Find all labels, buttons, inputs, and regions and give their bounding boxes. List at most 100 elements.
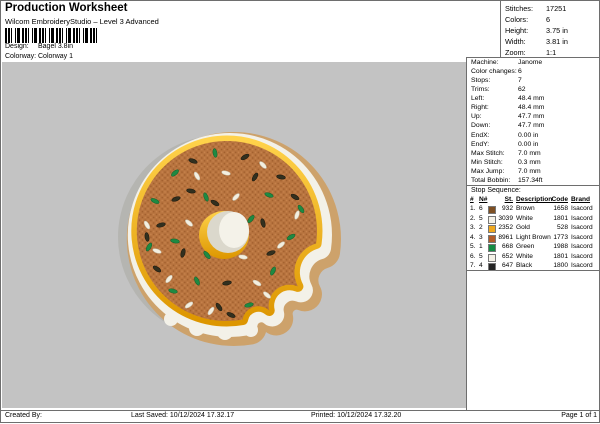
stop-sequence-cell: 5	[479, 214, 483, 222]
stat-row-label: Stitches:	[505, 4, 533, 13]
stop-sequence-cell: 932	[501, 205, 513, 212]
stat-row-label: Zoom:	[505, 48, 526, 57]
machine-row-value: 7	[518, 77, 522, 85]
thread-color-swatch	[488, 253, 496, 262]
stop-sequence-cell: 4.	[470, 233, 476, 241]
stop-sequence-cell: 1658	[553, 205, 568, 212]
machine-row-label: Up:	[471, 113, 482, 121]
stop-sequence-header: # N# St. Description Code Brand	[466, 196, 599, 205]
design-stats-box: Stitches: 17251 Colors: 6 Height: 3.75 in Widt…	[500, 1, 599, 58]
hole-highlight	[219, 212, 249, 248]
machine-row-value: 6	[518, 68, 522, 76]
machine-row-value: 62	[518, 86, 526, 94]
machine-row: Max Jump: 7.0 mm	[466, 168, 599, 177]
machine-row: Down: 47.7 mm	[466, 122, 599, 131]
stop-sequence-cell: White	[516, 252, 533, 260]
machine-row-value: 157.34ft	[518, 176, 543, 184]
stop-sequence-row: 6. 5 652 White 1801 Isacord	[466, 253, 599, 262]
stop-sequence-cell: 2352	[498, 224, 513, 231]
stop-sequence-cell: Green	[516, 243, 535, 250]
machine-row: Stops: 7	[466, 77, 599, 86]
machine-row: Max Stitch: 7.0 mm	[466, 150, 599, 159]
stop-sequence-cell: 1773	[553, 233, 568, 241]
stop-sequence-title: Stop Sequence:	[471, 187, 521, 194]
machine-row-label: EndX:	[471, 131, 490, 139]
machine-row-value: 47.7 mm	[518, 113, 545, 121]
col-header-brand: Brand	[571, 196, 591, 203]
colorway-value: Colorway 1	[38, 53, 74, 60]
stop-sequence-cell: 2.	[470, 214, 476, 222]
stop-sequence-cell: Isacord	[571, 262, 593, 269]
stop-sequence-cell: 1988	[553, 243, 568, 250]
stop-sequence-cell: 647	[501, 262, 513, 269]
icing-drip	[164, 312, 178, 326]
machine-row-label: Max Stitch:	[471, 149, 505, 157]
stop-sequence-cell: 1	[479, 243, 483, 250]
footer-divider	[1, 410, 599, 411]
stop-sequence-cell: 1801	[553, 252, 568, 260]
stop-sequence-row: 5. 1 668 Green 1988 Isacord	[466, 243, 599, 252]
stop-sequence-cell: White	[516, 214, 533, 222]
stat-row: Colors: 6	[501, 15, 599, 26]
production-worksheet-page: Production Worksheet Wilcom EmbroiderySt…	[0, 0, 600, 423]
stop-sequence-row: 4. 3 8961 Light Brown 1773 Isacord	[466, 234, 599, 243]
stop-sequence-cell: 6.	[470, 252, 476, 260]
stop-sequence-cell: Isacord	[571, 243, 593, 250]
footer-last-saved: Last Saved: 10/12/2024 17.32.17	[131, 412, 235, 419]
stop-sequence-cell: 3.	[470, 224, 476, 231]
machine-row: Min Stitch: 0.3 mm	[466, 159, 599, 168]
stop-sequence-cell: 668	[501, 243, 513, 250]
machine-row-label: Color changes:	[471, 68, 517, 76]
design-label: Design:	[5, 43, 29, 50]
design-canvas	[2, 62, 466, 408]
stop-sequence-cell: Black	[516, 262, 533, 269]
thread-color-swatch	[488, 234, 496, 243]
machine-row: Left: 48.4 mm	[466, 95, 599, 104]
col-header-num: #	[470, 196, 474, 203]
colorway-label: Colorway:	[5, 53, 37, 60]
machine-row-label: Max Jump:	[471, 167, 505, 175]
stop-sequence-cell: 528	[556, 224, 568, 231]
machine-row-value: 47.7 mm	[518, 122, 545, 130]
machine-row: Right: 48.4 mm	[466, 104, 599, 113]
stat-row-value: 3.75 in	[546, 26, 568, 35]
machine-row-label: Left:	[471, 95, 485, 103]
stop-sequence-cell: Isacord	[571, 224, 593, 231]
machine-info-list: Machine: Janome Color changes: 6 Stops: 7 Trim…	[466, 58, 599, 185]
stop-sequence-cell: 8961	[498, 233, 513, 241]
stop-sequence-cell: 652	[501, 252, 513, 260]
thread-color-swatch	[488, 225, 496, 233]
col-header-needle: N#	[479, 196, 488, 203]
machine-row-value: 7.0 mm	[518, 167, 541, 175]
machine-row-label: EndY:	[471, 140, 490, 148]
machine-row-label: Min Stitch:	[471, 158, 503, 166]
col-header-stitch: St.	[504, 196, 513, 203]
design-value: Bagel 3.8in	[38, 43, 74, 50]
machine-row: EndX: 0.00 in	[466, 132, 599, 141]
bagel-design-image	[118, 131, 341, 346]
machine-row-value: 48.4 mm	[518, 95, 545, 103]
stop-sequence-cell: 6	[479, 205, 483, 212]
stat-row: Stitches: 17251	[501, 4, 599, 15]
footer-page-number: Page 1 of 1	[561, 412, 597, 419]
machine-row-label: Total Bobbin:	[471, 176, 511, 184]
page-title: Production Worksheet	[5, 2, 128, 14]
machine-row-value: 7.0 mm	[518, 149, 541, 157]
stop-sequence-cell: 7.	[470, 262, 476, 269]
stat-row-label: Height:	[505, 26, 529, 35]
machine-row: Trims: 62	[466, 86, 599, 95]
stat-row-label: Width:	[505, 37, 526, 46]
machine-row-label: Trims:	[471, 86, 490, 94]
machine-row-value: 0.3 mm	[518, 158, 541, 166]
stop-sequence-row: 1. 6 932 Brown 1658 Isacord	[466, 205, 599, 214]
thread-color-swatch	[488, 263, 496, 271]
machine-row: Total Bobbin: 157.34ft	[466, 177, 599, 186]
thread-color-swatch	[488, 215, 496, 224]
stop-sequence-cell: 2	[479, 224, 483, 231]
footer-printed: Printed: 10/12/2024 17.32.20	[311, 412, 402, 419]
machine-row-value: Janome	[518, 59, 543, 66]
stop-sequence-row: 3. 2 2352 Gold 528 Isacord	[466, 224, 599, 233]
stat-row: Height: 3.75 in	[501, 26, 599, 37]
stat-row-label: Colors:	[505, 15, 529, 24]
machine-row-value: 0.00 in	[518, 140, 539, 148]
